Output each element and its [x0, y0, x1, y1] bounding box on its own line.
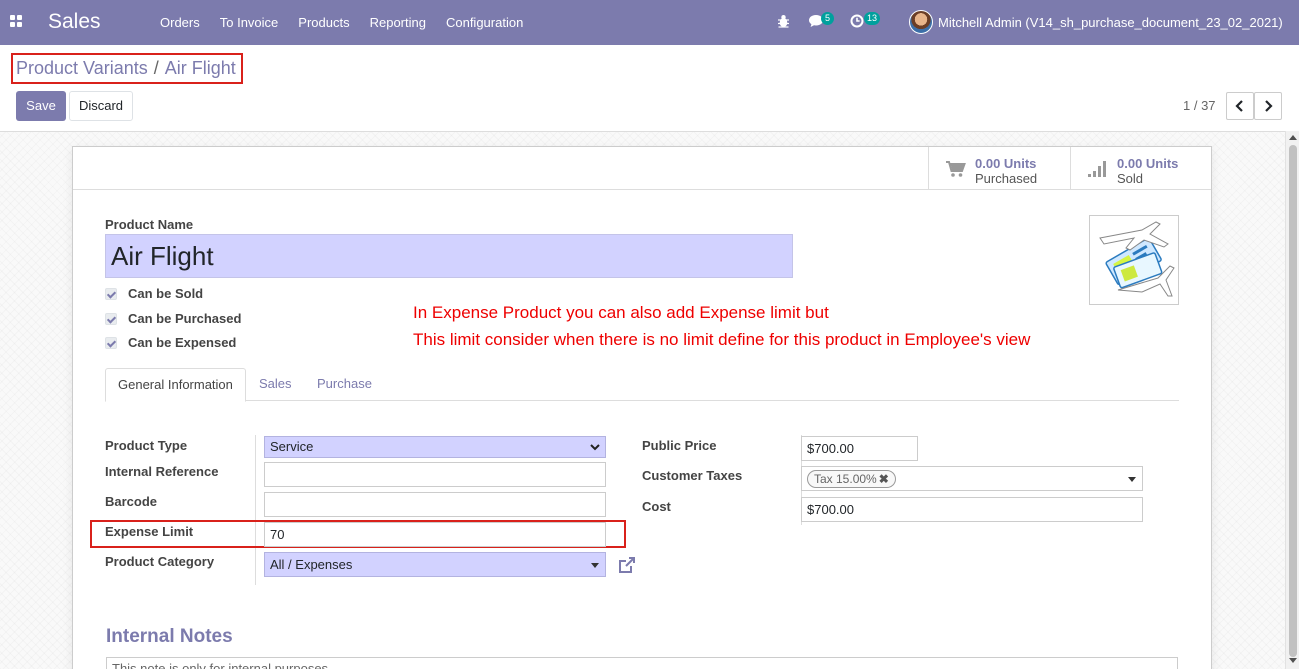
barcode-input[interactable]	[264, 492, 606, 517]
purchased-value: 0.00 Units	[975, 156, 1037, 171]
purchased-label: Purchased	[975, 171, 1038, 186]
annotation-line-1: In Expense Product you can also add Expe…	[413, 303, 829, 322]
chevron-left-icon	[1235, 100, 1243, 112]
scroll-down-arrow[interactable]	[1289, 658, 1297, 663]
breadcrumb-separator: /	[153, 58, 159, 78]
product-category-label: Product Category	[105, 554, 215, 569]
product-type-value: Service	[270, 439, 314, 454]
systray: 5 13 Mitchell Admin (V14_sh_purchase_doc…	[770, 0, 1299, 45]
sold-stat-button[interactable]: 0.00 Units Sold	[1070, 147, 1212, 190]
tab-purchase[interactable]: Purchase	[305, 368, 384, 401]
internal-reference-label: Internal Reference	[105, 464, 219, 479]
user-avatar[interactable]	[909, 10, 933, 34]
customer-taxes-input[interactable]: Tax 15.00% ✖	[801, 466, 1143, 491]
can-be-expensed-label: Can be Expensed	[128, 335, 237, 350]
activities-badge: 13	[864, 12, 881, 25]
public-price-input[interactable]: $700.00	[801, 436, 918, 461]
product-image[interactable]	[1089, 215, 1179, 305]
breadcrumb: Product Variants / Air Flight	[16, 58, 236, 79]
user-menu[interactable]: Mitchell Admin (V14_sh_purchase_document…	[938, 15, 1283, 30]
clock-icon[interactable]	[850, 14, 864, 28]
pager-value[interactable]: 1 / 37	[1183, 98, 1216, 113]
airplane-ticket-image	[1099, 221, 1175, 297]
breadcrumb-current: Air Flight	[164, 58, 236, 78]
product-category-select[interactable]: All / Expenses	[264, 552, 606, 577]
form-sheet: 0.00 Units Purchased 0.00 Units Sold Pro…	[72, 146, 1212, 669]
internal-reference-input[interactable]	[264, 462, 606, 487]
menu-products[interactable]: Products	[288, 0, 359, 45]
discard-button[interactable]: Discard	[69, 91, 133, 121]
form-tabs: General Information Sales Purchase	[105, 368, 1179, 402]
product-name-input[interactable]: Air Flight	[105, 234, 793, 278]
scroll-thumb[interactable]	[1289, 145, 1297, 657]
menu-orders[interactable]: Orders	[150, 0, 210, 45]
stat-button-box: 0.00 Units Purchased 0.00 Units Sold	[73, 147, 1211, 190]
caret-down-icon	[1128, 477, 1136, 482]
menu-configuration[interactable]: Configuration	[436, 0, 533, 45]
purchased-stat-button[interactable]: 0.00 Units Purchased	[928, 147, 1070, 190]
scroll-up-arrow[interactable]	[1289, 135, 1297, 140]
checkbox-checked-icon[interactable]	[105, 313, 117, 325]
product-name-label: Product Name	[105, 217, 194, 232]
chevron-down-icon	[590, 444, 600, 451]
expense-limit-input[interactable]: 70	[264, 522, 606, 547]
menu-to-invoice[interactable]: To Invoice	[210, 0, 289, 45]
save-button[interactable]: Save	[16, 91, 66, 121]
tab-general-information[interactable]: General Information	[105, 368, 246, 402]
menu-reporting[interactable]: Reporting	[360, 0, 436, 45]
barcode-label: Barcode	[105, 494, 158, 509]
sold-label: Sold	[1117, 171, 1144, 186]
cost-input[interactable]: $700.00	[801, 497, 1143, 522]
scrollbar[interactable]	[1285, 131, 1299, 669]
caret-down-icon	[591, 563, 599, 568]
tax-tag[interactable]: Tax 15.00% ✖	[807, 470, 896, 488]
main-menu: Orders To Invoice Products Reporting Con…	[150, 0, 533, 45]
can-be-purchased-label: Can be Purchased	[128, 311, 242, 326]
pager-previous-button[interactable]	[1226, 92, 1254, 120]
sold-value: 0.00 Units	[1117, 156, 1179, 171]
checkbox-checked-icon[interactable]	[105, 337, 117, 349]
app-brand[interactable]: Sales	[48, 10, 101, 34]
checkbox-checked-icon[interactable]	[105, 288, 117, 300]
product-type-select[interactable]: Service	[264, 436, 606, 458]
chevron-right-icon	[1265, 100, 1273, 112]
top-navbar: Sales Orders To Invoice Products Reporti…	[0, 0, 1299, 45]
product-type-label: Product Type	[105, 438, 188, 453]
pager-next-button[interactable]	[1254, 92, 1282, 120]
internal-notes-title: Internal Notes	[106, 626, 233, 647]
messages-badge: 5	[821, 12, 834, 25]
cart-icon	[946, 161, 966, 177]
apps-grid-icon[interactable]	[10, 15, 23, 28]
customer-taxes-label: Customer Taxes	[642, 468, 743, 483]
public-price-label: Public Price	[642, 438, 717, 453]
bug-icon[interactable]	[777, 14, 790, 28]
external-link-icon[interactable]	[617, 555, 637, 575]
bar-chart-icon	[1088, 161, 1106, 177]
left-group-divider	[255, 435, 256, 585]
product-category-value: All / Expenses	[270, 557, 353, 572]
cost-label: Cost	[642, 499, 671, 514]
expense-limit-label: Expense Limit	[105, 524, 194, 539]
tax-tag-label: Tax 15.00%	[814, 472, 877, 486]
breadcrumb-parent[interactable]: Product Variants	[16, 58, 148, 78]
annotation-line-2: This limit consider when there is no lim…	[413, 330, 1031, 349]
remove-tag-icon[interactable]: ✖	[879, 472, 889, 486]
internal-notes-textarea[interactable]: This note is only for internal purposes.	[106, 657, 1178, 669]
tab-sales[interactable]: Sales	[247, 368, 304, 401]
can-be-sold-label: Can be Sold	[128, 286, 204, 301]
